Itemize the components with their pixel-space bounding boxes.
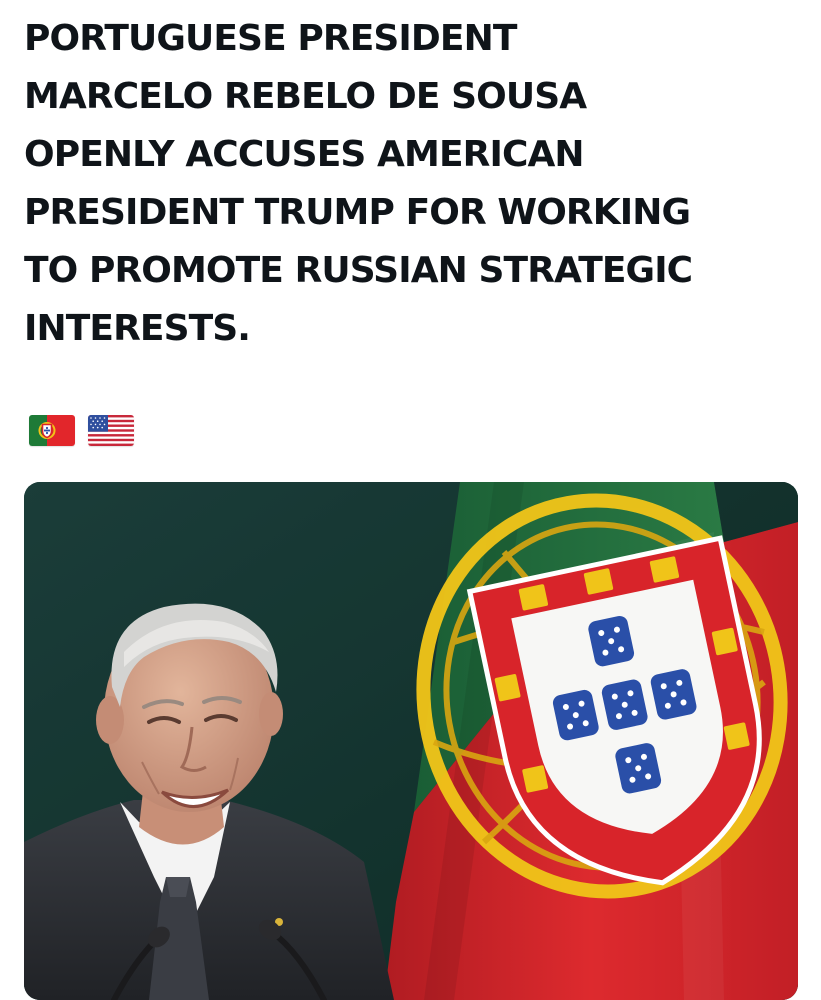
post-image[interactable] xyxy=(24,482,798,1000)
headline-line: INTERESTS. xyxy=(24,308,251,349)
flag-emoji-row xyxy=(29,415,134,446)
headline-line: OPENLY ACCUSES AMERICAN xyxy=(24,134,585,175)
photo-president-with-portuguese-flag xyxy=(24,482,798,1000)
headline-line: MARCELO REBELO DE SOUSA xyxy=(24,76,587,117)
post-headline: PORTUGUESE PRESIDENT MARCELO REBELO DE S… xyxy=(24,10,804,358)
headline-line: PORTUGUESE PRESIDENT xyxy=(24,18,517,59)
portugal-flag-icon xyxy=(29,415,75,446)
headline-line: TO PROMOTE RUSSIAN STRATEGIC xyxy=(24,250,693,291)
usa-flag-icon xyxy=(88,415,134,446)
headline-line: PRESIDENT TRUMP FOR WORKING xyxy=(24,192,691,233)
